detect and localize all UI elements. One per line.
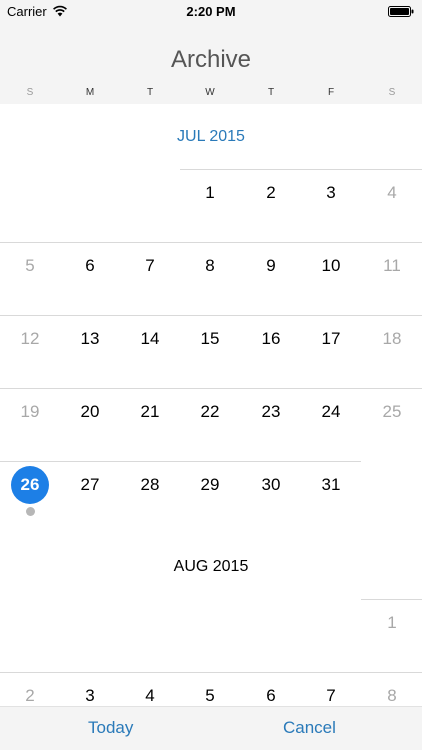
day-cell[interactable]: 1 [370,601,414,645]
weekday-header-row: SMTWTFS [0,87,422,101]
day-cell[interactable]: 5 [188,674,232,706]
day-cell[interactable]: 8 [370,674,414,706]
day-cell[interactable]: 20 [68,390,112,434]
day-cell[interactable]: 2 [8,674,52,706]
day-cell[interactable]: 6 [249,674,293,706]
week-separator [0,315,422,316]
clock-time: 2:20 PM [186,4,236,19]
weekday-label: S [388,87,396,98]
month-title: JUL 2015 [177,128,245,145]
navigation-header: Archive S M T W T F S [0,22,422,104]
day-cell[interactable]: 25 [370,390,414,434]
day-cell[interactable]: 12 [8,317,52,361]
month-title: AUG 2015 [173,558,249,575]
day-cell-selected[interactable]: 26 [8,463,52,507]
day-cell[interactable]: 5 [8,244,52,288]
weekday-label: W [205,87,215,98]
today-button[interactable]: Today [88,718,133,738]
status-bar: Carrier 2:20 PM [0,0,422,22]
day-cell[interactable]: 17 [309,317,353,361]
day-cell[interactable]: 13 [68,317,112,361]
day-cell[interactable]: 27 [68,463,112,507]
week-separator [180,169,422,170]
day-cell[interactable]: 31 [309,463,353,507]
day-cell[interactable]: 4 [370,171,414,215]
day-cell[interactable]: 30 [249,463,293,507]
day-cell[interactable]: 7 [128,244,172,288]
day-cell[interactable]: 6 [68,244,112,288]
event-indicator-dot [26,507,35,516]
weekday-label: F [327,87,335,98]
week-separator [0,461,361,462]
day-cell[interactable]: 23 [249,390,293,434]
week-separator [361,599,422,600]
day-cell[interactable]: 9 [249,244,293,288]
day-cell[interactable]: 3 [68,674,112,706]
week-separator [0,242,422,243]
day-cell[interactable]: 8 [188,244,232,288]
weekday-label: S [26,87,34,98]
day-cell[interactable]: 15 [188,317,232,361]
day-cell[interactable]: 18 [370,317,414,361]
day-cell[interactable]: 21 [128,390,172,434]
weekday-label: T [267,87,275,98]
day-cell[interactable]: 11 [370,244,414,288]
week-separator [0,672,422,673]
day-cell[interactable]: 22 [188,390,232,434]
day-cell[interactable]: 4 [128,674,172,706]
weekday-label: T [146,87,154,98]
day-cell[interactable]: 3 [309,171,353,215]
day-cell[interactable]: 10 [309,244,353,288]
day-cell[interactable]: 2 [249,171,293,215]
calendar-scroll-view[interactable]: JUL 2015 1 2 3 4 5 6 7 8 9 10 11 12 13 14 15 16 17 18 19 20 2… [0,104,422,706]
day-cell[interactable]: 29 [188,463,232,507]
day-cell[interactable]: 28 [128,463,172,507]
day-cell[interactable]: 24 [309,390,353,434]
page-title: Archive [170,46,252,73]
battery-icon [388,6,414,17]
day-cell[interactable]: 14 [128,317,172,361]
bottom-toolbar: Today Cancel [0,706,422,750]
day-cell[interactable]: 1 [188,171,232,215]
day-cell[interactable]: 7 [309,674,353,706]
day-cell[interactable]: 19 [8,390,52,434]
weekday-label: M [85,87,95,98]
cancel-button[interactable]: Cancel [283,718,336,738]
day-cell[interactable]: 16 [249,317,293,361]
week-separator [0,388,422,389]
